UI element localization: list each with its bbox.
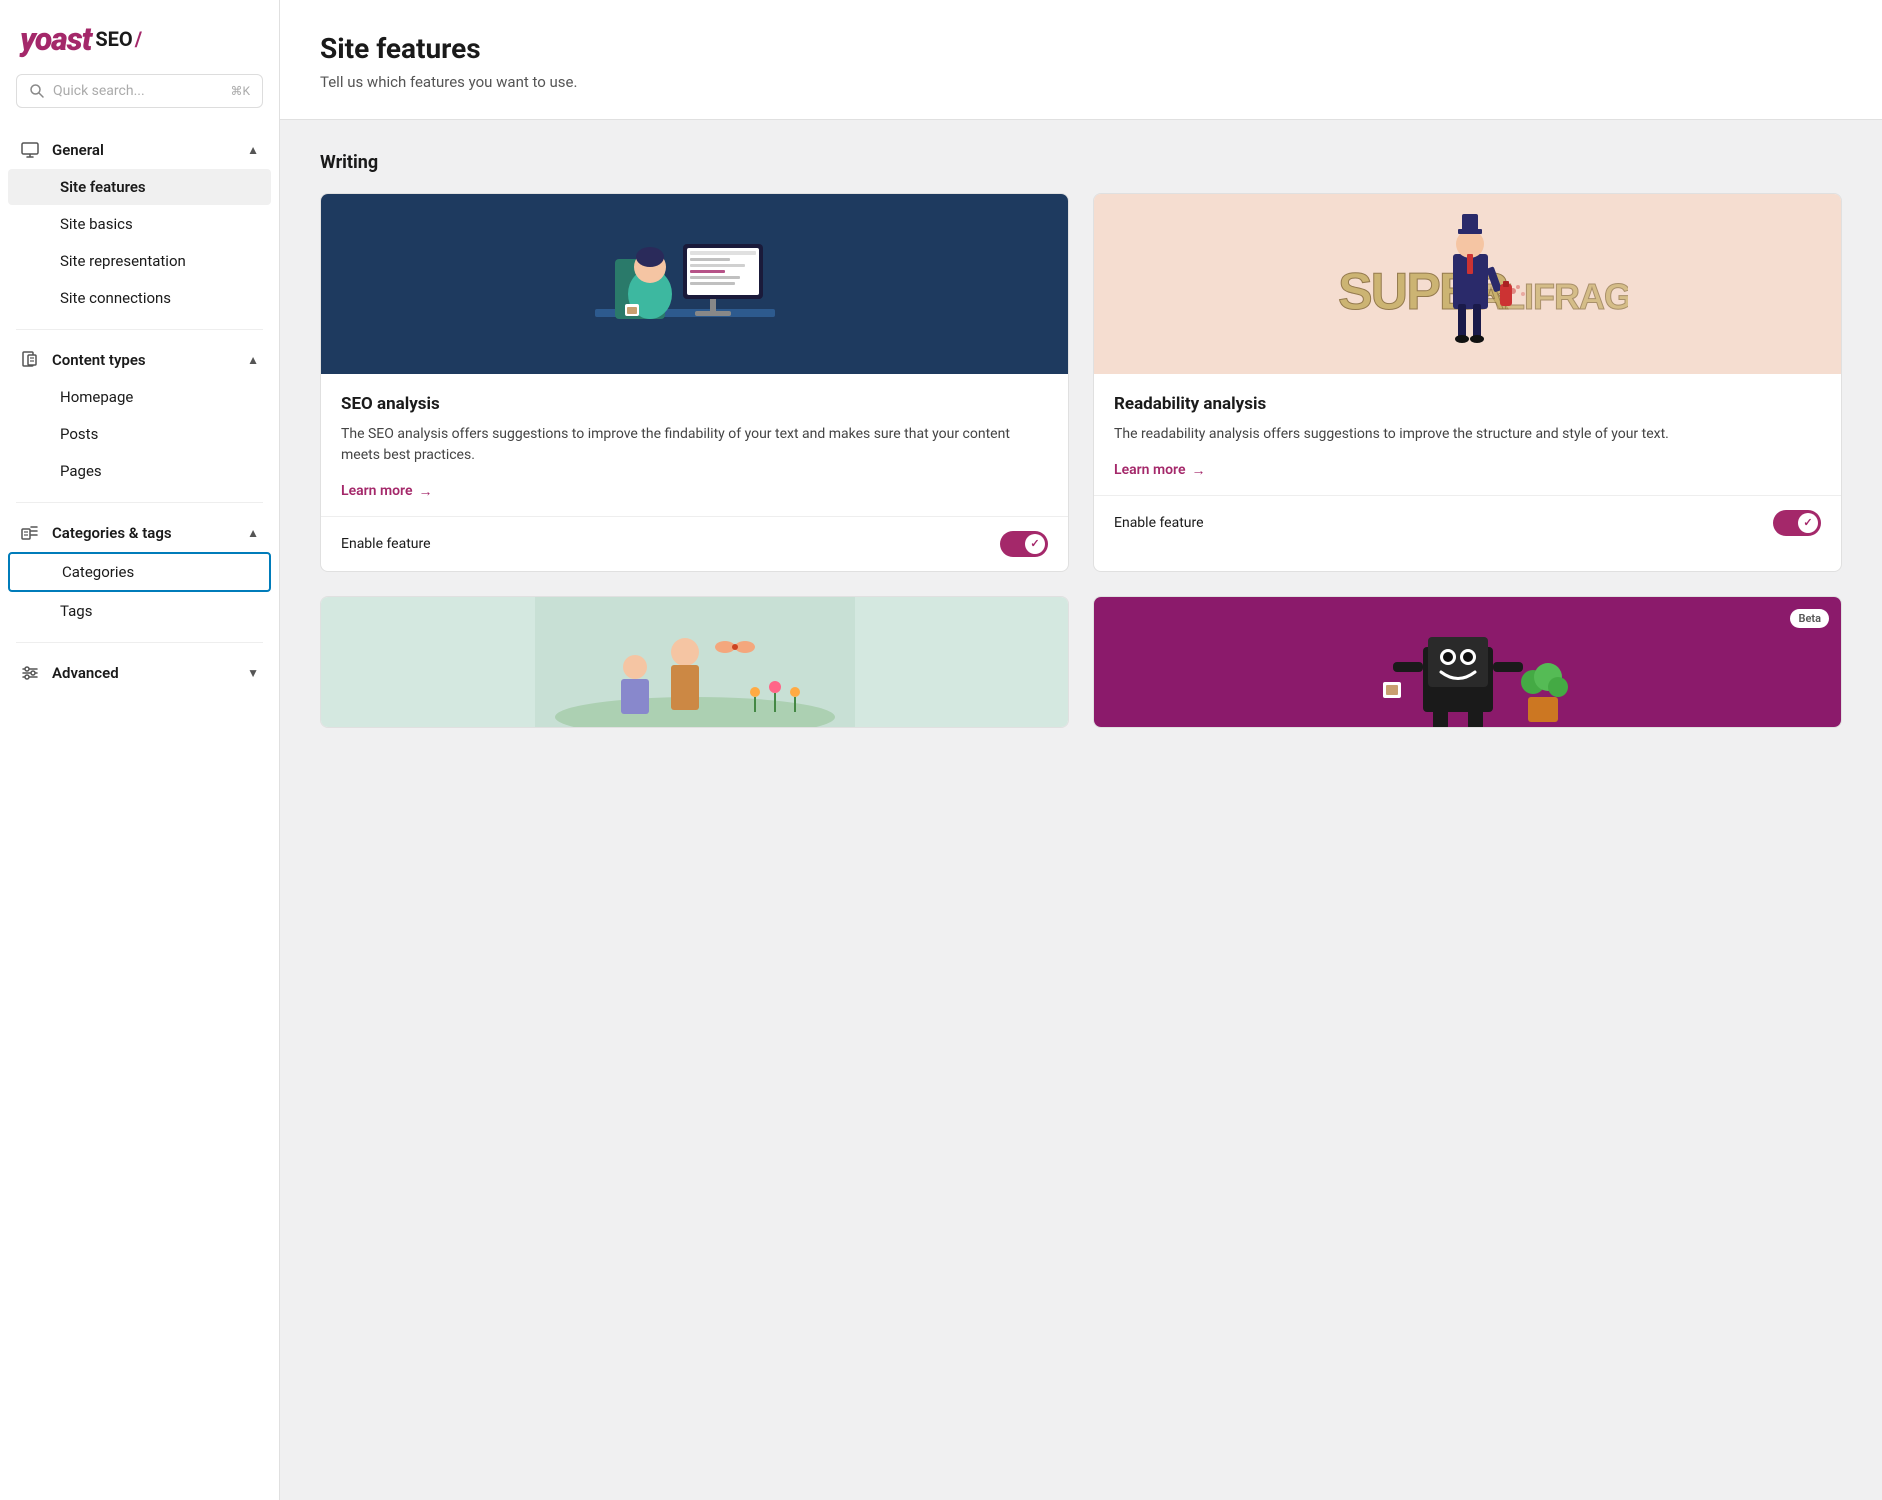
arrow-right-icon: → <box>418 483 432 500</box>
page-header: Site features Tell us which features you… <box>280 0 1882 120</box>
sidebar-item-site-representation[interactable]: Site representation <box>8 243 271 279</box>
search-placeholder-text: Quick search... <box>53 83 222 99</box>
nav-section-content-types: Content types ▲ Homepage Posts Pages <box>0 338 279 494</box>
readability-analysis-enable-label: Enable feature <box>1114 515 1204 531</box>
writing-section-heading: Writing <box>320 152 1842 173</box>
divider-1 <box>16 329 263 330</box>
fourth-feature-card-image: Beta <box>1094 597 1841 727</box>
nav-chevron-general-icon: ▲ <box>247 143 259 157</box>
third-feature-card <box>320 596 1069 728</box>
readability-analysis-toggle-knob: ✓ <box>1798 513 1818 533</box>
third-feature-card-image <box>321 597 1068 727</box>
search-icon <box>29 83 45 99</box>
nav-chevron-advanced-icon: ▼ <box>247 666 259 680</box>
nav-section-categories-tags-title: Categories & tags <box>52 524 172 542</box>
seo-analysis-learn-more-text: Learn more <box>341 483 412 499</box>
readability-analysis-card-body: Readability analysis The readability ana… <box>1094 374 1841 495</box>
readability-analysis-card-image: SUPER CALIFRAG <box>1094 194 1841 374</box>
check-icon: ✓ <box>1030 537 1039 550</box>
sidebar-item-homepage[interactable]: Homepage <box>8 379 271 415</box>
logo-seo-text: SEO <box>95 27 132 51</box>
readability-analysis-card: SUPER CALIFRAG <box>1093 193 1842 572</box>
seo-analysis-card: SEO analysis The SEO analysis offers sug… <box>320 193 1069 572</box>
nav-section-categories-tags: Categories & tags ▲ Categories Tags <box>0 511 279 634</box>
nav-section-general-left: General <box>20 140 104 160</box>
readability-analysis-description: The readability analysis offers suggesti… <box>1114 424 1821 445</box>
nav-section-content-types-left: Content types <box>20 350 146 370</box>
nav-section-advanced: Advanced ▼ <box>0 651 279 695</box>
sidebar: yoast SEO / Quick search... ⌘K G <box>0 0 280 1500</box>
readability-illustration: SUPER CALIFRAG <box>1308 199 1628 369</box>
nav-section-content-types-header[interactable]: Content types ▲ <box>0 338 279 378</box>
logo-slash: / <box>135 27 142 51</box>
content-area: Writing <box>280 120 1882 788</box>
fourth-feature-card: Beta <box>1093 596 1842 728</box>
monitor-icon <box>20 140 40 160</box>
nav-section-advanced-header[interactable]: Advanced ▼ <box>0 651 279 691</box>
logo-area: yoast SEO / <box>0 0 279 74</box>
nav-section-general: General ▲ Site features Site basics Site… <box>0 128 279 321</box>
sidebar-item-pages[interactable]: Pages <box>8 453 271 489</box>
readability-analysis-learn-more-text: Learn more <box>1114 462 1185 478</box>
nav-section-categories-tags-header[interactable]: Categories & tags ▲ <box>0 511 279 551</box>
nav-section-advanced-left: Advanced <box>20 663 119 683</box>
readability-analysis-card-footer: Enable feature ✓ <box>1094 495 1841 550</box>
sidebar-item-site-connections[interactable]: Site connections <box>8 280 271 316</box>
seo-analysis-description: The SEO analysis offers suggestions to i… <box>341 424 1048 466</box>
yoast-logo: yoast SEO / <box>20 20 259 58</box>
third-illustration <box>535 597 855 727</box>
tags-icon <box>20 523 40 543</box>
feature-cards-grid: SEO analysis The SEO analysis offers sug… <box>320 193 1842 728</box>
nav-chevron-categories-tags-icon: ▲ <box>247 526 259 540</box>
fourth-illustration <box>1308 597 1628 727</box>
seo-illustration <box>535 199 855 369</box>
check-icon-2: ✓ <box>1803 516 1812 529</box>
seo-analysis-card-image <box>321 194 1068 374</box>
nav-chevron-content-types-icon: ▲ <box>247 353 259 367</box>
sidebar-item-categories[interactable]: Categories <box>8 552 271 592</box>
sidebar-item-site-basics[interactable]: Site basics <box>8 206 271 242</box>
search-shortcut: ⌘K <box>230 84 250 98</box>
readability-arrow-icon: → <box>1191 462 1205 479</box>
seo-analysis-learn-more[interactable]: Learn more → <box>341 483 432 500</box>
sidebar-item-posts[interactable]: Posts <box>8 416 271 452</box>
nav-section-general-title: General <box>52 141 104 159</box>
nav-section-content-types-title: Content types <box>52 351 146 369</box>
sidebar-item-tags[interactable]: Tags <box>8 593 271 629</box>
document-icon <box>20 350 40 370</box>
readability-analysis-learn-more[interactable]: Learn more → <box>1114 462 1205 479</box>
seo-analysis-title: SEO analysis <box>341 394 1048 414</box>
page-title: Site features <box>320 32 1842 65</box>
sidebar-item-site-features[interactable]: Site features <box>8 169 271 205</box>
divider-2 <box>16 502 263 503</box>
seo-analysis-card-body: SEO analysis The SEO analysis offers sug… <box>321 374 1068 516</box>
logo-yoast-text: yoast <box>20 20 91 58</box>
nav-section-categories-tags-left: Categories & tags <box>20 523 172 543</box>
seo-analysis-toggle-knob: ✓ <box>1025 534 1045 554</box>
seo-analysis-toggle[interactable]: ✓ <box>1000 531 1048 557</box>
search-bar[interactable]: Quick search... ⌘K <box>16 74 263 108</box>
page-subtitle: Tell us which features you want to use. <box>320 73 1842 91</box>
nav-section-advanced-title: Advanced <box>52 664 119 682</box>
seo-analysis-card-footer: Enable feature ✓ <box>321 516 1068 571</box>
divider-3 <box>16 642 263 643</box>
main-content: Site features Tell us which features you… <box>280 0 1882 1500</box>
readability-analysis-title: Readability analysis <box>1114 394 1821 414</box>
beta-badge: Beta <box>1790 609 1829 628</box>
sliders-icon <box>20 663 40 683</box>
readability-analysis-toggle[interactable]: ✓ <box>1773 510 1821 536</box>
seo-analysis-enable-label: Enable feature <box>341 536 431 552</box>
nav-section-general-header[interactable]: General ▲ <box>0 128 279 168</box>
